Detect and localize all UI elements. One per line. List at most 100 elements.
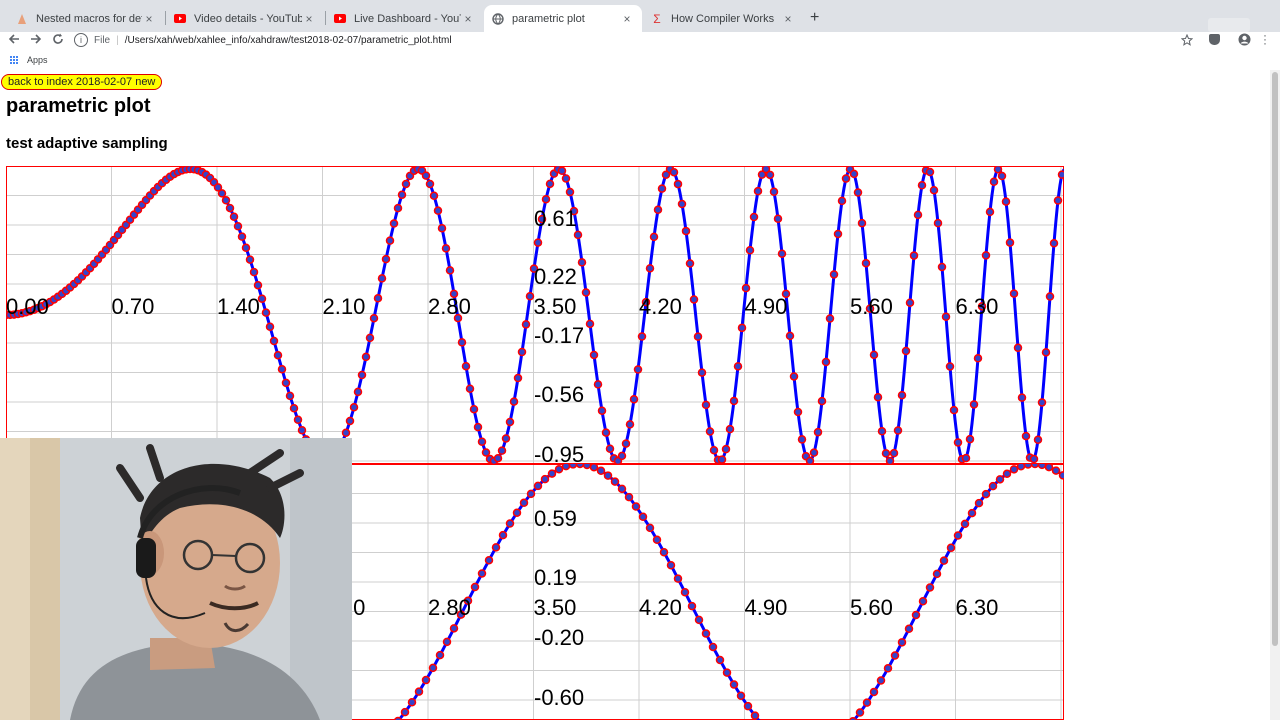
data-point	[911, 610, 921, 620]
close-icon[interactable]: ×	[620, 12, 634, 26]
info-icon[interactable]: i	[74, 33, 88, 47]
data-point	[890, 651, 900, 660]
data-point	[946, 543, 956, 553]
apps-bookmark[interactable]: Apps	[10, 55, 48, 65]
scrollbar-thumb[interactable]	[1272, 72, 1278, 646]
y-tick-label: 0.22	[534, 264, 577, 289]
close-icon[interactable]: ×	[781, 12, 795, 26]
reload-icon	[53, 33, 63, 44]
data-point	[925, 583, 935, 592]
data-point	[519, 498, 529, 508]
menu-icon[interactable]: · · ·	[1263, 29, 1267, 49]
profile-icon[interactable]	[1238, 33, 1251, 51]
data-point	[715, 655, 725, 665]
reload-button[interactable]	[50, 32, 66, 48]
data-point	[993, 166, 1003, 174]
data-point	[1030, 464, 1040, 469]
data-point	[1053, 196, 1063, 205]
data-point	[937, 262, 947, 272]
data-point	[526, 489, 536, 499]
data-point	[837, 196, 847, 206]
data-point	[497, 446, 507, 455]
data-point	[428, 663, 438, 673]
data-point	[725, 424, 735, 434]
y-tick-label: 0.61	[534, 206, 577, 231]
data-point	[805, 456, 815, 464]
tab-0[interactable]: Nested macros for defalias do ×	[8, 5, 164, 32]
data-point	[793, 407, 803, 417]
tab-2[interactable]: Live Dashboard - YouTube ×	[326, 5, 483, 32]
scrollbar[interactable]	[1270, 70, 1280, 720]
data-point	[862, 698, 872, 707]
data-point	[353, 387, 363, 397]
data-point	[743, 701, 753, 711]
data-point	[561, 464, 571, 471]
data-point	[1051, 466, 1061, 475]
data-point	[1009, 289, 1019, 298]
data-point	[442, 637, 452, 647]
data-point	[645, 264, 655, 273]
data-point	[601, 428, 611, 437]
back-button[interactable]	[6, 32, 22, 48]
data-point	[677, 199, 687, 209]
bookmark-star-icon[interactable]	[1180, 33, 1194, 51]
tab-title: How Compiler Works	[671, 12, 775, 25]
webcam-person-image	[0, 438, 352, 720]
data-point	[961, 453, 971, 463]
data-point	[481, 448, 491, 457]
data-point	[953, 438, 963, 447]
data-point	[733, 362, 743, 371]
data-point	[969, 400, 979, 409]
close-icon[interactable]: ×	[461, 12, 475, 26]
back-to-index-link[interactable]: back to index 2018-02-07 new	[1, 74, 163, 90]
data-point	[637, 332, 647, 341]
tab-1[interactable]: Video details - YouTube Studio ×	[166, 5, 324, 32]
close-icon[interactable]: ×	[302, 12, 316, 26]
x-tick-label: 1.40	[217, 294, 260, 319]
data-point	[573, 230, 583, 240]
data-point	[229, 212, 239, 222]
data-point	[1005, 238, 1015, 247]
data-point	[913, 210, 923, 220]
data-point	[753, 186, 763, 196]
data-point	[817, 396, 827, 406]
tab-3[interactable]: parametric plot ×	[484, 5, 642, 32]
url-text[interactable]: /Users/xah/web/xahlee_info/xahdraw/test2…	[125, 35, 452, 46]
close-icon[interactable]: ×	[142, 12, 156, 26]
y-tick-label: 0.59	[534, 506, 577, 531]
data-point	[918, 596, 928, 606]
data-point	[965, 434, 975, 444]
data-point	[1049, 239, 1059, 248]
data-point	[341, 428, 351, 438]
new-tab-button[interactable]: +	[810, 9, 819, 27]
data-point	[575, 464, 585, 469]
data-point	[603, 471, 613, 480]
data-point	[585, 319, 595, 329]
window-controls	[1208, 18, 1250, 32]
x-tick-label: 6.30	[956, 294, 999, 319]
data-point	[901, 346, 911, 356]
data-point	[657, 184, 667, 193]
data-point	[729, 396, 739, 406]
data-point	[1044, 464, 1054, 472]
data-point	[593, 380, 603, 389]
data-point	[809, 448, 819, 457]
data-point	[365, 333, 375, 343]
data-point	[1058, 471, 1064, 480]
plot-1: 0.00 0.70 1.40 2.10 2.80 3.50 4.20 4.90 5.60 6.30…	[6, 166, 1064, 464]
data-point	[449, 624, 459, 633]
y-tick-label: -0.95	[534, 442, 584, 464]
data-point	[877, 427, 887, 436]
x-tick-label: 2.80	[428, 294, 471, 319]
data-point	[652, 535, 662, 545]
tab-4[interactable]: Σ How Compiler Works ×	[643, 5, 803, 32]
x-tick-label: 4.20	[639, 294, 682, 319]
data-point	[589, 350, 599, 360]
data-point	[217, 189, 227, 198]
address-bar[interactable]: i File | /Users/xah/web/xahlee_info/xahd…	[74, 30, 1204, 50]
forward-button[interactable]	[28, 32, 44, 48]
tab-title: Live Dashboard - YouTube	[354, 12, 461, 25]
youtube-icon	[334, 13, 346, 25]
extension-icon[interactable]	[1209, 34, 1220, 45]
data-point	[925, 167, 935, 177]
